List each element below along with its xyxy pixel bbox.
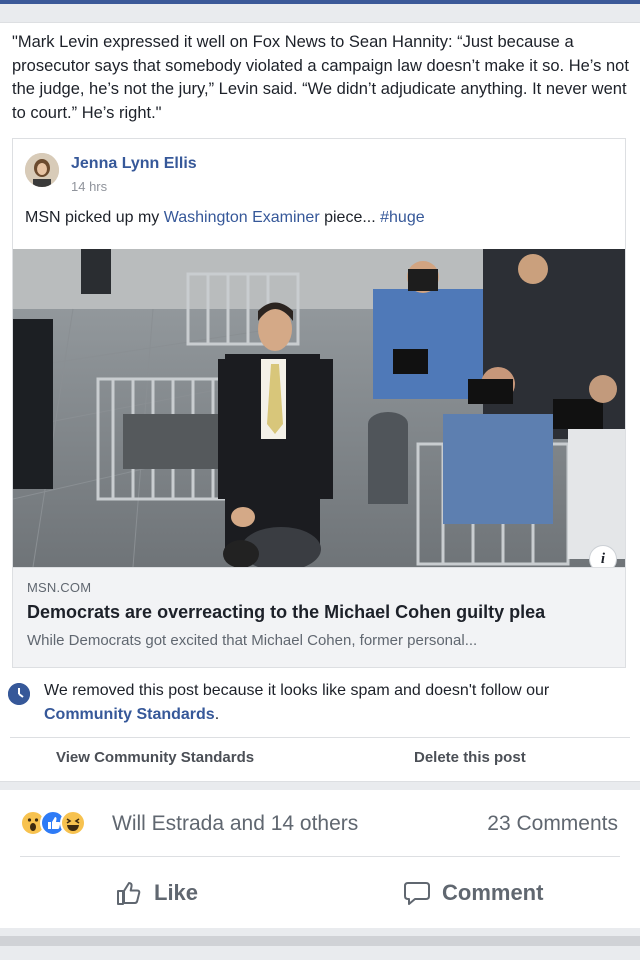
removal-notice-text: We removed this post because it looks li…	[44, 682, 550, 699]
post-card: "Mark Levin expressed it well on Fox New…	[0, 22, 640, 782]
link-headline[interactable]: Democrats are overreacting to the Michae…	[27, 602, 545, 623]
delete-post-button[interactable]: Delete this post	[414, 749, 526, 766]
comment-label[interactable]: Comment	[442, 880, 543, 906]
haha-reaction-icon	[60, 810, 86, 836]
article-photo[interactable]: i	[13, 249, 625, 567]
divider	[20, 856, 620, 857]
shared-post-text: MSN picked up my Washington Examiner pie…	[25, 209, 425, 227]
shared-post[interactable]: Jenna Lynn Ellis 14 hrs MSN picked up my…	[12, 138, 626, 668]
hashtag-link[interactable]: #huge	[380, 209, 425, 226]
like-button[interactable]: Like	[114, 876, 198, 910]
view-community-standards-button[interactable]: View Community Standards	[56, 749, 254, 766]
bottom-area	[0, 928, 640, 960]
engagement-card: Will Estrada and 14 others 23 Comments L…	[0, 790, 640, 928]
shared-text-middle: piece...	[319, 209, 381, 226]
divider	[10, 737, 630, 738]
like-label[interactable]: Like	[154, 880, 198, 906]
thumbs-up-icon	[117, 882, 141, 905]
washington-examiner-link[interactable]: Washington Examiner	[164, 209, 320, 226]
comments-count[interactable]: 23 Comments	[487, 812, 618, 836]
clock-icon	[8, 683, 30, 705]
section-gap	[0, 782, 640, 790]
comment-icon	[404, 882, 430, 905]
community-standards-link[interactable]: Community Standards	[44, 706, 215, 723]
info-icon[interactable]: i	[589, 545, 617, 567]
top-accent-bar	[0, 0, 640, 4]
avatar[interactable]	[25, 153, 59, 187]
reaction-names[interactable]: Will Estrada and 14 others	[112, 812, 358, 836]
comment-button[interactable]: Comment	[402, 876, 543, 910]
shared-text-prefix: MSN picked up my	[25, 209, 164, 226]
link-preview[interactable]: MSN.COM Democrats are overreacting to th…	[13, 567, 625, 667]
link-domain: MSN.COM	[27, 580, 92, 595]
link-snippet: While Democrats got excited that Michael…	[27, 632, 478, 649]
removal-notice-period: .	[214, 706, 220, 723]
reactions-summary[interactable]	[20, 808, 86, 838]
removal-notice: We removed this post because it looks li…	[44, 679, 624, 727]
bottom-separator	[0, 936, 640, 946]
post-text: "Mark Levin expressed it well on Fox New…	[12, 33, 629, 122]
author-name[interactable]: Jenna Lynn Ellis	[71, 155, 197, 173]
post-timestamp[interactable]: 14 hrs	[71, 179, 107, 194]
